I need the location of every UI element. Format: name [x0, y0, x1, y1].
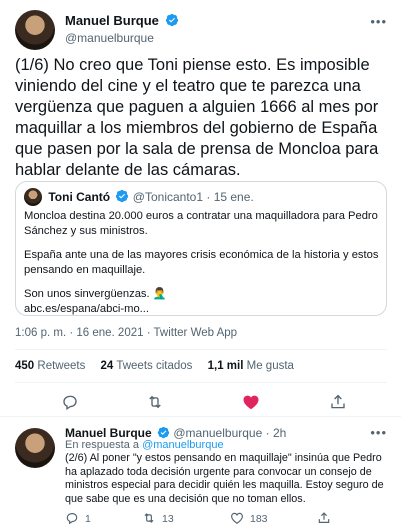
quoted-tweet-header: Toni Cantó @Tonicanto1 · 15 ene. — [24, 188, 254, 206]
verified-icon — [116, 189, 129, 203]
reply-text: (2/6) Al poner "y estos pensando en maqu… — [65, 452, 384, 505]
reply-time[interactable]: · 2h — [266, 426, 287, 440]
reply-icon — [66, 513, 78, 525]
quoted-paragraph: España ante una de las mayores crisis ec… — [24, 249, 379, 276]
likes-stat[interactable]: 1,1 mil Me gusta — [208, 360, 294, 372]
verified-icon — [157, 426, 170, 439]
reply-icon[interactable] — [60, 393, 80, 411]
like-icon — [231, 512, 243, 524]
quoted-tweet[interactable]: Toni Cantó @Tonicanto1 · 15 ene. Moncloa… — [15, 181, 387, 316]
more-options-icon[interactable]: ••• — [370, 425, 387, 440]
retweet-icon — [144, 513, 154, 523]
reply-to-link[interactable]: @manuelburque — [142, 439, 224, 451]
reply-retweet-button[interactable]: 13 — [142, 511, 174, 525]
reply-header: Manuel Burque @manuelburque · 2h — [65, 426, 286, 440]
share-icon — [318, 512, 330, 523]
divider — [15, 349, 387, 350]
action-bar — [15, 393, 387, 413]
avatar[interactable] — [15, 10, 55, 50]
divider — [15, 382, 387, 383]
reply-tweet[interactable]: Manuel Burque @manuelburque · 2h ••• En … — [0, 425, 401, 530]
author-name[interactable]: Manuel Burque — [65, 13, 179, 28]
retweet-icon[interactable] — [145, 393, 165, 411]
quoted-tweet-body: Moncloa destina 20.000 euros a contratar… — [24, 209, 379, 326]
more-options-icon[interactable]: ••• — [370, 14, 387, 29]
avatar[interactable] — [15, 428, 55, 468]
divider — [0, 416, 401, 417]
tweet-stats: 450 Retweets 24 Tweets citados 1,1 mil M… — [15, 360, 306, 372]
quoted-link[interactable]: abc.es/espana/abci-mo... — [24, 302, 379, 317]
quoted-paragraph: Son unos sinvergüenzas. 🤦‍♂️ — [24, 288, 167, 300]
reply-like-button[interactable]: 183 — [230, 511, 268, 525]
verified-icon — [165, 13, 178, 27]
reply-reply-button[interactable]: 1 — [65, 511, 91, 525]
reply-author-handle[interactable]: @manuelburque — [173, 426, 262, 440]
quoted-author-name: Toni Cantó — [48, 190, 111, 204]
quoted-paragraph: Moncloa destina 20.000 euros a contratar… — [24, 210, 378, 237]
tweet-timestamp[interactable]: 1:06 p. m. · 16 ene. 2021 · Twitter Web … — [15, 327, 237, 339]
share-icon[interactable] — [328, 393, 348, 411]
reply-action-bar: 1 13 183 — [65, 511, 385, 527]
reply-author-name[interactable]: Manuel Burque — [65, 426, 152, 440]
in-reply-to: En respuesta a @manuelburque — [65, 439, 224, 451]
reply-share-button[interactable] — [317, 511, 337, 525]
quoted-avatar — [24, 188, 42, 206]
tweet-text: (1/6) No creo que Toni piense esto. Es i… — [15, 56, 379, 179]
like-icon[interactable] — [241, 393, 261, 411]
quoted-date: · 15 ene. — [206, 190, 254, 204]
tweet-header: Manuel Burque @manuelburque ••• — [15, 10, 387, 50]
quoted-author-handle: @Tonicanto1 — [132, 190, 204, 204]
retweets-stat[interactable]: 450 Retweets — [15, 360, 85, 372]
author-handle[interactable]: @manuelburque — [65, 31, 154, 45]
quotes-stat[interactable]: 24 Tweets citados — [101, 360, 193, 372]
